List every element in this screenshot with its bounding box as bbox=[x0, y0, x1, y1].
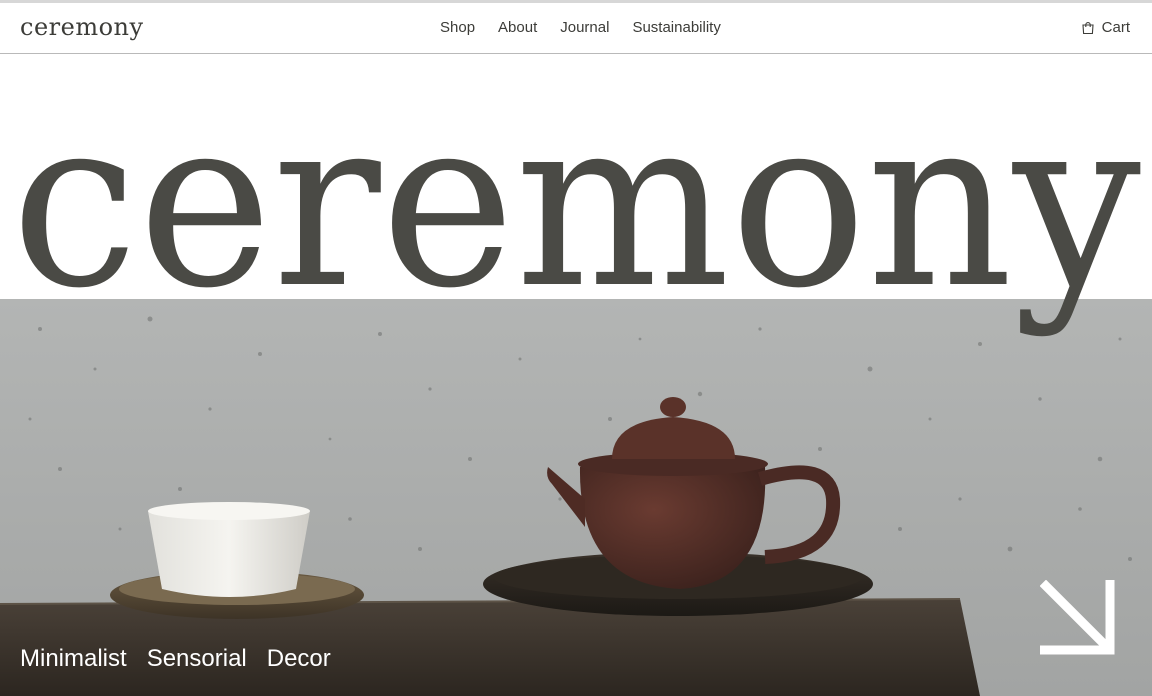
hero-tags: Minimalist Sensorial Decor bbox=[20, 645, 331, 673]
nav-journal[interactable]: Journal bbox=[560, 19, 609, 36]
nav-sustainability[interactable]: Sustainability bbox=[632, 19, 720, 36]
nav-shop[interactable]: Shop bbox=[440, 19, 475, 36]
cart-label: Cart bbox=[1101, 19, 1130, 36]
cart-button[interactable]: Cart bbox=[1081, 19, 1130, 36]
hero-wordmark: ceremony bbox=[0, 67, 1152, 340]
arrow-down-right-icon[interactable] bbox=[1040, 580, 1115, 655]
shopping-bag-icon bbox=[1082, 21, 1094, 34]
nav-about[interactable]: About bbox=[498, 19, 537, 36]
site-logo[interactable]: ceremony bbox=[20, 13, 144, 41]
site-header: ceremony Shop About Journal Sustainabili… bbox=[0, 3, 1152, 54]
tag-sensorial: Sensorial bbox=[146, 645, 247, 672]
hero-image-teapot bbox=[0, 299, 1152, 696]
tag-decor: Decor bbox=[266, 645, 331, 672]
tag-minimalist: Minimalist bbox=[20, 645, 127, 672]
main-nav: Shop About Journal Sustainability bbox=[440, 19, 721, 36]
